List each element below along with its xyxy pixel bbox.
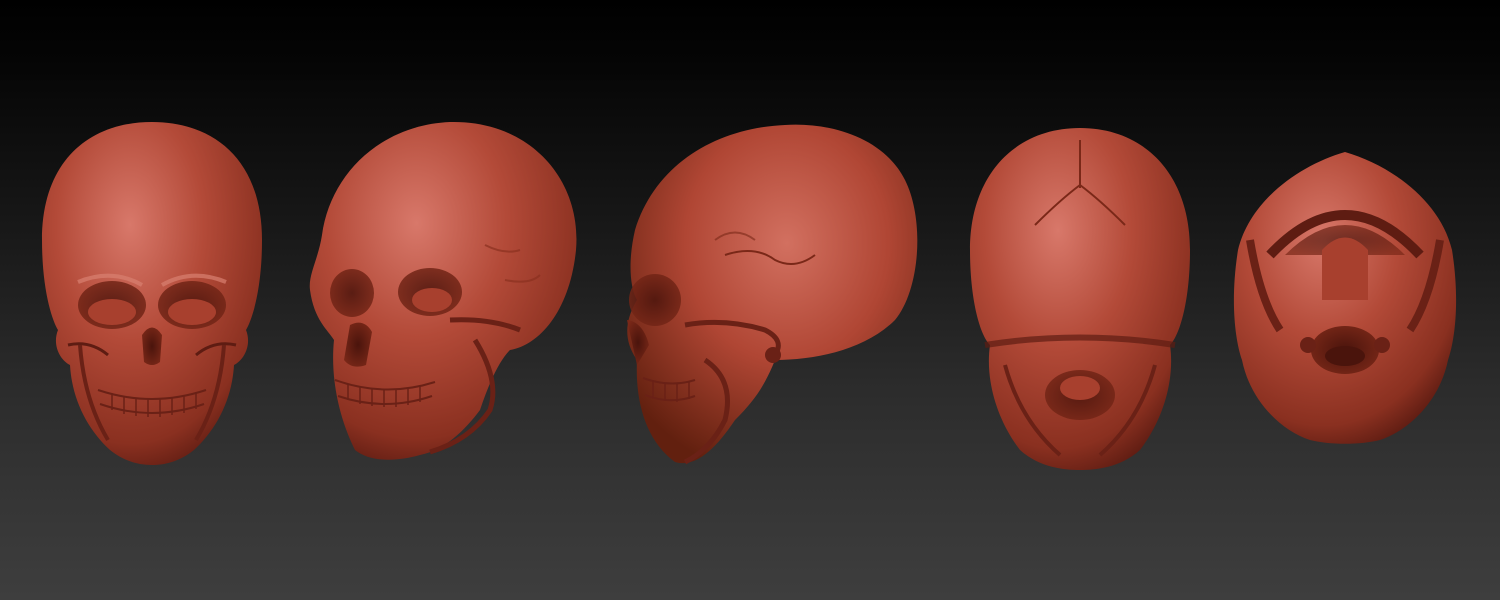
- skull-front-view[interactable]: [30, 0, 275, 600]
- skull-bottom-view-icon: [1233, 152, 1457, 444]
- skull-side-view[interactable]: [615, 0, 925, 600]
- skull-back-view[interactable]: [965, 0, 1195, 600]
- skull-front-view-icon: [42, 122, 262, 465]
- skull-back-view-icon: [970, 128, 1190, 470]
- skull-three-quarter-view-icon: [309, 121, 577, 460]
- skull-side-view-icon: [627, 124, 918, 465]
- sculpt-viewport[interactable]: [0, 0, 1500, 600]
- skull-bottom-view[interactable]: [1230, 0, 1460, 600]
- skull-three-quarter-view[interactable]: [300, 0, 585, 600]
